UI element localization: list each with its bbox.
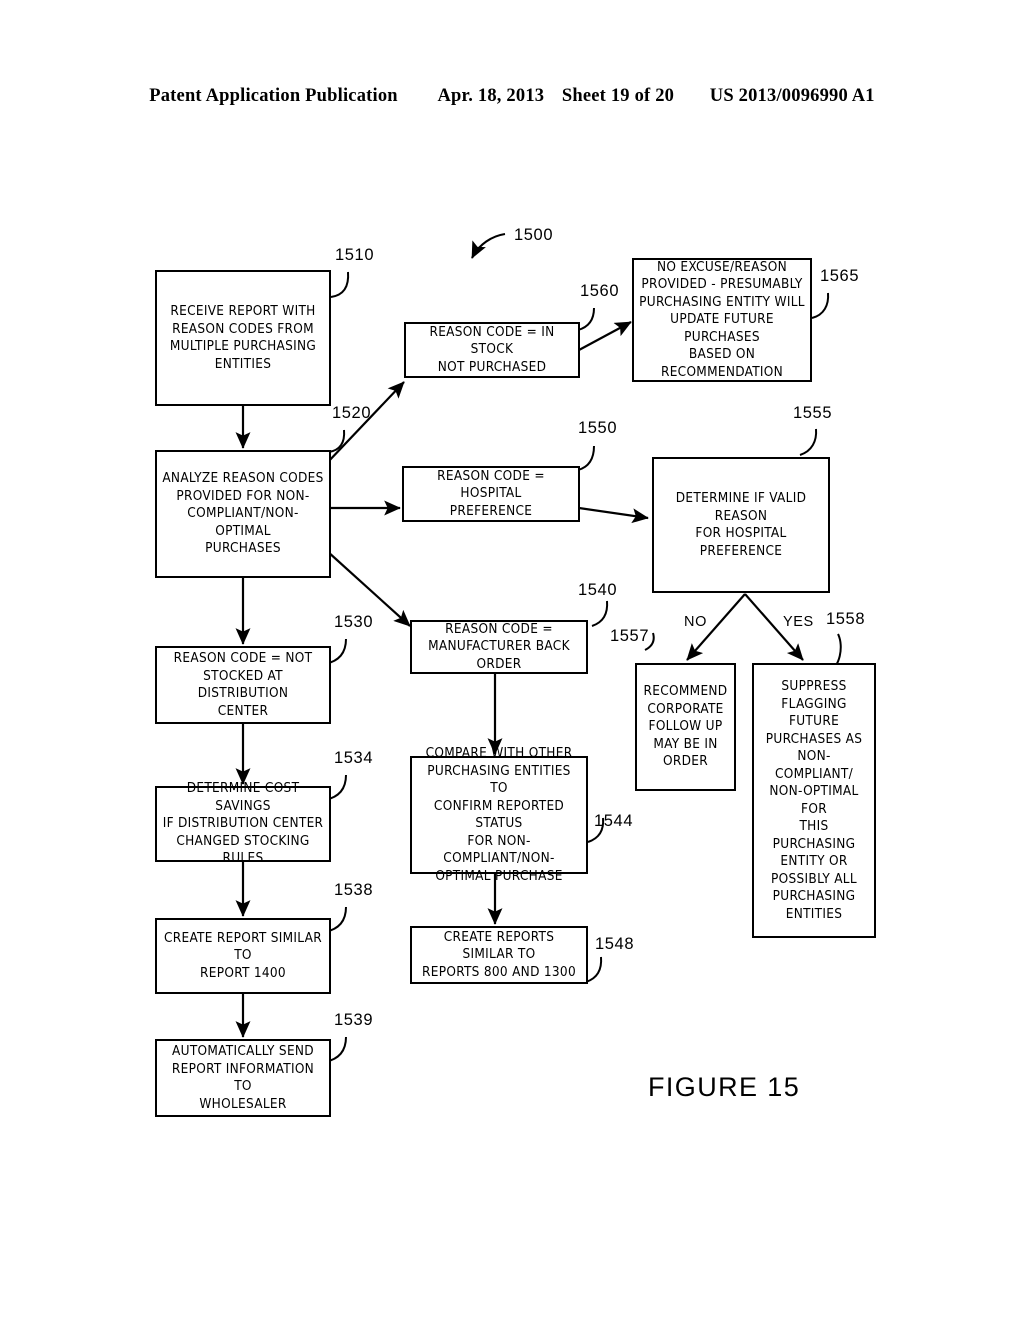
flow-node-1538[interactable]: CREATE REPORT SIMILAR TO REPORT 1400 bbox=[155, 918, 331, 994]
flow-node-1555-label: DETERMINE IF VALID REASON FOR HOSPITAL P… bbox=[675, 490, 807, 559]
flow-node-1510-label: RECEIVE REPORT WITH REASON CODES FROM MU… bbox=[169, 303, 317, 372]
ref-numeral-1510: 1510 bbox=[335, 246, 375, 264]
ref-numeral-1544: 1544 bbox=[594, 812, 634, 830]
flow-node-1565-label: NO EXCUSE/REASON PROVIDED - PRESUMABLY P… bbox=[639, 258, 805, 380]
flow-node-1544-label: COMPARE WITH OTHER PURCHASING ENTITIES T… bbox=[425, 745, 573, 884]
header-publication: Patent Application Publication bbox=[149, 86, 398, 106]
flow-node-1540[interactable]: REASON CODE = MANUFACTURER BACK ORDER bbox=[410, 620, 588, 674]
flow-node-1548[interactable]: CREATE REPORTS SIMILAR TO REPORTS 800 AN… bbox=[410, 926, 588, 984]
ref-numeral-1540: 1540 bbox=[578, 581, 618, 599]
branch-label-yes: YES bbox=[783, 614, 814, 630]
flow-node-1530-label: REASON CODE = NOT STOCKED AT DISTRIBUTIO… bbox=[173, 650, 313, 719]
header-patent-number: US 2013/0096990 A1 bbox=[709, 86, 875, 106]
flow-node-1538-label: CREATE REPORT SIMILAR TO REPORT 1400 bbox=[164, 929, 322, 981]
flow-node-1520[interactable]: ANALYZE REASON CODES PROVIDED FOR NON- C… bbox=[155, 450, 331, 578]
flow-node-1540-label: REASON CODE = MANUFACTURER BACK ORDER bbox=[428, 620, 570, 672]
ref-numeral-1560: 1560 bbox=[580, 282, 620, 300]
branch-label-no: NO bbox=[684, 614, 707, 630]
patent-figure-page: Patent Application Publication Apr. 18, … bbox=[0, 0, 1024, 1320]
flow-node-1550-label: REASON CODE = HOSPITAL PREFERENCE bbox=[437, 467, 545, 519]
flow-node-1534-label: DETERMINE COST SAVINGS IF DISTRIBUTION C… bbox=[162, 780, 324, 867]
ref-numeral-1558: 1558 bbox=[826, 610, 866, 628]
figure-caption: FIGURE 15 bbox=[648, 1072, 801, 1102]
flow-node-1510[interactable]: RECEIVE REPORT WITH REASON CODES FROM MU… bbox=[155, 270, 331, 406]
flow-node-1560-label: REASON CODE = IN STOCK NOT PURCHASED bbox=[429, 323, 555, 375]
ref-numeral-1538: 1538 bbox=[334, 881, 374, 899]
flow-node-1557-label: RECOMMEND CORPORATE FOLLOW UP MAY BE IN … bbox=[643, 683, 728, 770]
flow-node-1534[interactable]: DETERMINE COST SAVINGS IF DISTRIBUTION C… bbox=[155, 780, 331, 866]
ref-numeral-1557: 1557 bbox=[610, 627, 650, 645]
flow-node-1544[interactable]: COMPARE WITH OTHER PURCHASING ENTITIES T… bbox=[410, 745, 588, 884]
flow-node-1558[interactable]: SUPPRESS FLAGGING FUTURE PURCHASES AS NO… bbox=[752, 663, 876, 938]
flow-node-1558-label: SUPPRESS FLAGGING FUTURE PURCHASES AS NO… bbox=[765, 678, 863, 922]
flow-node-1550[interactable]: REASON CODE = HOSPITAL PREFERENCE bbox=[402, 466, 580, 522]
page-header: Patent Application Publication Apr. 18, … bbox=[0, 86, 1024, 107]
flow-node-1555[interactable]: DETERMINE IF VALID REASON FOR HOSPITAL P… bbox=[652, 457, 830, 593]
flow-node-1565[interactable]: NO EXCUSE/REASON PROVIDED - PRESUMABLY P… bbox=[632, 258, 812, 382]
flow-node-1539[interactable]: AUTOMATICALLY SEND REPORT INFORMATION TO… bbox=[155, 1039, 331, 1117]
flow-node-1560[interactable]: REASON CODE = IN STOCK NOT PURCHASED bbox=[404, 322, 580, 378]
flow-node-1548-label: CREATE REPORTS SIMILAR TO REPORTS 800 AN… bbox=[422, 928, 576, 980]
flow-node-1520-label: ANALYZE REASON CODES PROVIDED FOR NON- C… bbox=[162, 470, 324, 557]
ref-numeral-1565: 1565 bbox=[820, 267, 860, 285]
header-date: Apr. 18, 2013 bbox=[437, 86, 545, 106]
flow-node-1530[interactable]: REASON CODE = NOT STOCKED AT DISTRIBUTIO… bbox=[155, 646, 331, 724]
ref-numeral-1534: 1534 bbox=[334, 749, 374, 767]
ref-numeral-1548: 1548 bbox=[595, 935, 635, 953]
ref-numeral-1500: 1500 bbox=[514, 226, 554, 244]
ref-numeral-1530: 1530 bbox=[334, 613, 374, 631]
flow-node-1539-label: AUTOMATICALLY SEND REPORT INFORMATION TO… bbox=[171, 1043, 315, 1112]
ref-numeral-1555: 1555 bbox=[793, 404, 833, 422]
ref-numeral-1550: 1550 bbox=[578, 419, 618, 437]
ref-numeral-1539: 1539 bbox=[334, 1011, 374, 1029]
ref-numeral-1520: 1520 bbox=[332, 404, 372, 422]
header-sheet: Sheet 19 of 20 bbox=[561, 86, 675, 106]
flow-node-1557[interactable]: RECOMMEND CORPORATE FOLLOW UP MAY BE IN … bbox=[635, 663, 736, 791]
